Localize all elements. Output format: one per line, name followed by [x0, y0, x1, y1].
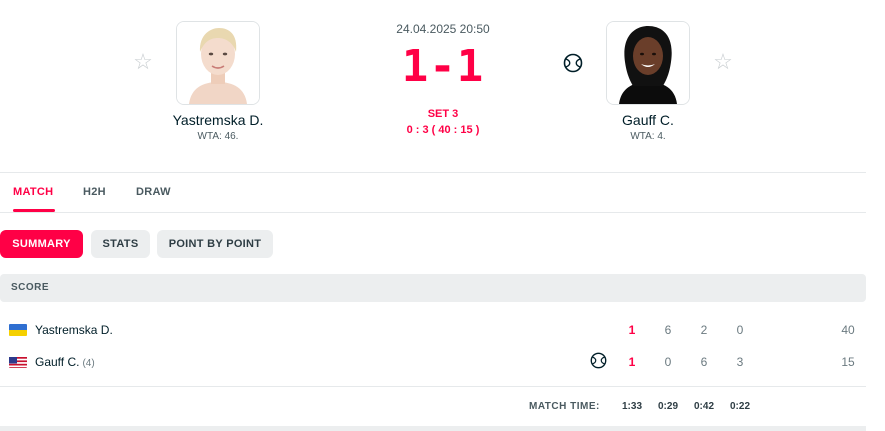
tab-draw[interactable]: DRAW [136, 186, 171, 198]
away-seed: (4) [82, 358, 95, 369]
away-game-points: 15 [841, 355, 855, 369]
away-set3-games: 3 [736, 355, 744, 369]
header-divider [0, 172, 866, 173]
serving-tennis-ball-icon [590, 352, 607, 369]
subtab-summary[interactable]: SUMMARY [0, 230, 83, 258]
favorite-home-star-icon[interactable]: ☆ [131, 50, 155, 74]
home-set3-games: 0 [736, 323, 744, 337]
match-time-set3: 0:22 [729, 401, 750, 412]
tab-h2h[interactable]: H2H [83, 186, 106, 198]
score-section-title: SCORE [11, 282, 50, 293]
home-player-rank: WTA: 46. [197, 131, 239, 142]
home-score-row: Yastremska D. 1 6 2 0 40 [0, 316, 866, 344]
match-time-set2: 0:42 [693, 401, 714, 412]
subtab-stats[interactable]: STATS [91, 230, 150, 258]
home-player-avatar[interactable] [176, 21, 260, 105]
home-game-points: 40 [841, 323, 855, 337]
home-set1-games: 6 [664, 323, 672, 337]
away-row-name[interactable]: Gauff C. (4) [35, 355, 95, 369]
ukraine-flag-icon [9, 324, 27, 336]
match-time-label: MATCH TIME: [529, 401, 600, 412]
score-section-header: SCORE [0, 274, 866, 302]
favorite-away-star-icon[interactable]: ☆ [711, 50, 735, 74]
match-time-total: 1:33 [621, 401, 642, 412]
away-player-name[interactable]: Gauff C. [558, 112, 738, 128]
away-sets-won: 1 [628, 355, 636, 369]
current-game-score: 0 : 3 ( 40 : 15 ) [406, 124, 480, 136]
tabs-divider [0, 212, 866, 213]
subtab-point-by-point[interactable]: POINT BY POINT [157, 230, 273, 258]
away-set1-games: 0 [664, 355, 672, 369]
next-section-edge [0, 426, 866, 431]
match-score: 1-1 [401, 41, 485, 92]
match-time-set1: 0:29 [657, 401, 678, 412]
home-row-name[interactable]: Yastremska D. [35, 323, 113, 337]
home-sets-won: 1 [628, 323, 636, 337]
tab-match[interactable]: MATCH [13, 186, 53, 198]
rows-divider [0, 386, 866, 387]
home-player-photo [177, 22, 259, 104]
current-set-label: SET 3 [427, 108, 459, 120]
away-score-row: Gauff C. (4) 1 0 6 3 15 [0, 348, 866, 376]
match-header: ☆ Yastremska D. WTA: 46. 24.04.2025 20:5… [0, 0, 885, 172]
home-set2-games: 2 [700, 323, 708, 337]
away-player-photo [607, 22, 689, 104]
away-player-avatar[interactable] [606, 21, 690, 105]
home-player-name[interactable]: Yastremska D. [128, 112, 308, 128]
usa-flag-icon [9, 356, 27, 368]
away-player-rank: WTA: 4. [630, 131, 666, 142]
away-set2-games: 6 [700, 355, 708, 369]
tennis-ball-icon [563, 53, 583, 73]
match-datetime: 24.04.2025 20:50 [396, 22, 490, 36]
